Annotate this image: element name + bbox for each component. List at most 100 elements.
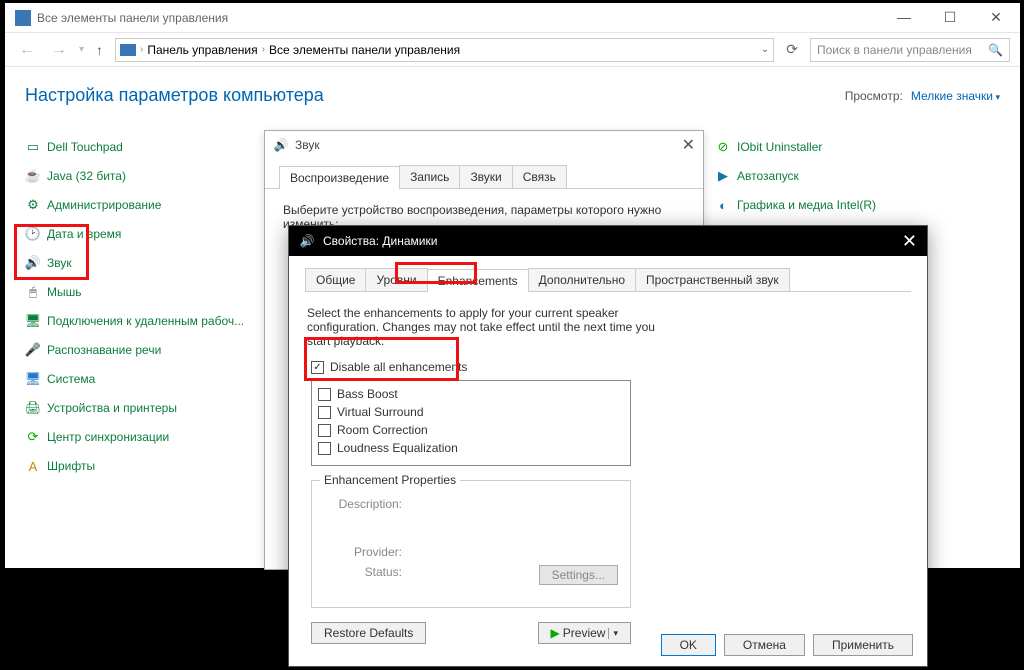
cp-item-remote[interactable]: 🖥 Подключения к удаленным рабоч... <box>25 310 255 332</box>
remote-icon: 🖥 <box>25 313 41 329</box>
close-button[interactable]: ✕ <box>982 9 1010 26</box>
search-icon[interactable]: 🔍 <box>988 43 1003 57</box>
checkbox-icon[interactable] <box>318 424 331 437</box>
cp-item-speech[interactable]: 🎤Распознавание речи <box>25 339 255 361</box>
sound-titlebar: 🔊 Звук ✕ <box>265 131 703 159</box>
tab-sounds[interactable]: Звуки <box>459 165 512 188</box>
cp-item-datetime[interactable]: 🕑Дата и время <box>25 223 255 245</box>
tab-comm[interactable]: Связь <box>512 165 567 188</box>
breadcrumb-sep: › <box>140 44 143 55</box>
dropdown-icon[interactable]: ▾ <box>608 628 618 639</box>
tab-advanced[interactable]: Дополнительно <box>528 268 636 291</box>
tab-general[interactable]: Общие <box>305 268 366 291</box>
cp-item-label: Автозапуск <box>737 169 799 183</box>
cp-item-mouse[interactable]: 🖱 Мышь <box>25 281 255 303</box>
tab-playback[interactable]: Воспроизведение <box>279 166 400 189</box>
enh-label: Bass Boost <box>337 387 398 401</box>
tab-spatial[interactable]: Пространственный звук <box>635 268 790 291</box>
enhancements-list: Bass Boost Virtual Surround Room Correct… <box>311 380 631 466</box>
cp-item-label: Мышь <box>47 285 82 299</box>
cp-item-label: Звук <box>47 256 72 270</box>
enh-room-correction[interactable]: Room Correction <box>318 421 624 439</box>
sound-title: Звук <box>295 138 320 152</box>
ok-button[interactable]: OK <box>661 634 716 656</box>
cp-item-label: Подключения к удаленным рабоч... <box>47 314 244 328</box>
provider-label: Provider: <box>324 545 414 559</box>
refresh-icon[interactable]: ⟳ <box>782 41 802 58</box>
cp-item-label: Java (32 бита) <box>47 169 126 183</box>
cp-item-label: IObit Uninstaller <box>737 140 822 154</box>
sync-icon: ⟳ <box>25 429 41 445</box>
enhancements-instruction: Select the enhancements to apply for you… <box>305 306 665 348</box>
properties-window: 🔊 Свойства: Динамики ✕ Общие Уровни Enha… <box>288 225 928 667</box>
history-dropdown-icon[interactable]: ▾ <box>79 44 84 55</box>
cp-item-sync[interactable]: ⟳Центр синхронизации <box>25 426 255 448</box>
apply-button[interactable]: Применить <box>813 634 913 656</box>
enh-bass-boost[interactable]: Bass Boost <box>318 385 624 403</box>
cp-item-intel[interactable]: ◐Графика и медиа Intel(R) <box>715 194 965 216</box>
speaker-icon: 🔊 <box>299 233 315 249</box>
enh-label: Virtual Surround <box>337 405 424 419</box>
touchpad-icon: ▭ <box>25 139 41 155</box>
breadcrumb-root[interactable]: Панель управления <box>147 43 257 57</box>
cp-item-admin[interactable]: ⚙Администрирование <box>25 194 255 216</box>
speaker-icon: 🔊 <box>273 137 289 153</box>
view-mode-dropdown[interactable]: Мелкие значки <box>911 89 1000 103</box>
properties-footer: OK Отмена Применить <box>661 634 913 656</box>
mouse-icon: 🖱 <box>25 284 41 300</box>
sound-tabs: Воспроизведение Запись Звуки Связь <box>265 159 703 189</box>
cancel-button[interactable]: Отмена <box>724 634 805 656</box>
close-icon[interactable]: ✕ <box>902 231 917 252</box>
disable-all-enhancements[interactable]: Disable all enhancements <box>311 358 911 376</box>
status-label: Status: <box>324 565 414 585</box>
enhancement-properties-group: Enhancement Properties Description: Prov… <box>311 480 631 608</box>
address-bar[interactable]: › Панель управления › Все элементы панел… <box>115 38 774 62</box>
close-icon[interactable]: ✕ <box>682 135 695 155</box>
view-label: Просмотр: <box>845 89 903 103</box>
enh-loudness-eq[interactable]: Loudness Equalization <box>318 439 624 457</box>
up-arrow-icon[interactable]: ↑ <box>92 42 107 58</box>
checkbox-icon[interactable] <box>318 388 331 401</box>
cp-item-devices[interactable]: 🖨Устройства и принтеры <box>25 397 255 419</box>
breadcrumb-section[interactable]: Все элементы панели управления <box>269 43 460 57</box>
tab-levels[interactable]: Уровни <box>365 268 427 291</box>
forward-arrow-icon[interactable]: → <box>47 41 71 59</box>
cp-item-label: Устройства и принтеры <box>47 401 177 415</box>
tab-enhancements[interactable]: Enhancements <box>427 269 529 292</box>
play-icon: ▶ <box>551 626 560 640</box>
cp-item-label: Система <box>47 372 95 386</box>
preview-label: Preview <box>563 626 606 640</box>
cp-left-column: ▭ Dell Touchpad ☕Java (32 бита) ⚙Админист… <box>25 136 255 477</box>
properties-titlebar: 🔊 Свойства: Динамики ✕ <box>289 226 927 256</box>
cp-item-iobit[interactable]: ⊘IObit Uninstaller <box>715 136 965 158</box>
cp-item-java[interactable]: ☕Java (32 бита) <box>25 165 255 187</box>
preview-button[interactable]: ▶ Preview ▾ <box>538 622 631 644</box>
fonts-icon: A <box>25 458 41 474</box>
restore-defaults-button[interactable]: Restore Defaults <box>311 622 426 644</box>
checkbox-icon[interactable] <box>318 442 331 455</box>
cp-item-label: Графика и медиа Intel(R) <box>737 198 876 212</box>
maximize-button[interactable]: ☐ <box>936 9 964 26</box>
system-icon: 🖥 <box>25 371 41 387</box>
cp-item-label: Шрифты <box>47 459 95 473</box>
mic-icon: 🎤 <box>25 342 41 358</box>
minimize-button[interactable]: — <box>890 9 918 26</box>
cp-item-system[interactable]: 🖥 Система <box>25 368 255 390</box>
tab-record[interactable]: Запись <box>399 165 460 188</box>
search-input[interactable]: Поиск в панели управления 🔍 <box>810 38 1010 62</box>
cp-item-fonts[interactable]: A Шрифты <box>25 455 255 477</box>
settings-button[interactable]: Settings... <box>539 565 618 585</box>
enh-props-legend: Enhancement Properties <box>320 473 460 487</box>
properties-title: Свойства: Динамики <box>323 234 437 248</box>
cp-item-sound[interactable]: 🔊Звук <box>25 252 255 274</box>
address-dropdown-icon[interactable]: ⌄ <box>761 44 769 55</box>
cp-titlebar: Все элементы панели управления — ☐ ✕ <box>5 3 1020 33</box>
cp-item-label: Dell Touchpad <box>47 140 123 154</box>
checkbox-icon[interactable] <box>311 361 324 374</box>
back-arrow-icon[interactable]: ← <box>15 41 39 59</box>
cp-item-dell-touchpad[interactable]: ▭ Dell Touchpad <box>25 136 255 158</box>
enh-virtual-surround[interactable]: Virtual Surround <box>318 403 624 421</box>
cp-item-autorun[interactable]: ▶Автозапуск <box>715 165 965 187</box>
cp-icon <box>15 10 31 26</box>
checkbox-icon[interactable] <box>318 406 331 419</box>
